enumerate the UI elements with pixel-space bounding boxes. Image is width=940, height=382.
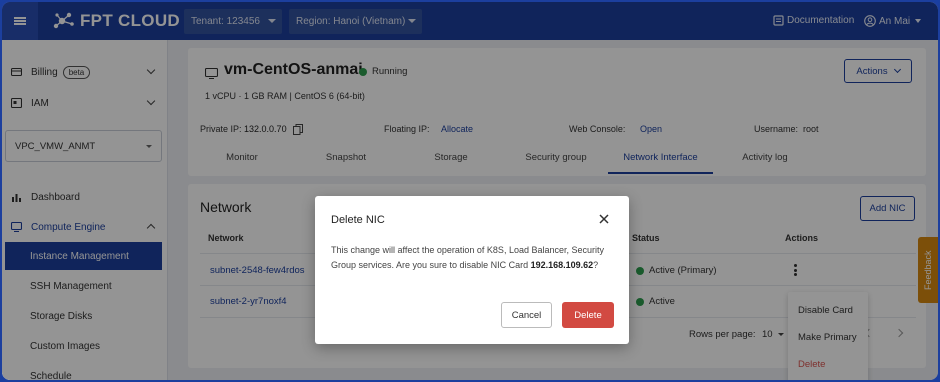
dialog-title: Delete NIC — [331, 214, 385, 226]
dialog-message-suffix: ? — [593, 259, 599, 270]
nic-ip-address: 192.168.109.62 — [530, 259, 594, 270]
delete-nic-dialog: Delete NIC This change will affect the o… — [315, 196, 629, 344]
delete-button[interactable]: Delete — [562, 302, 614, 328]
close-icon[interactable] — [597, 212, 611, 226]
cancel-button[interactable]: Cancel — [501, 302, 552, 328]
dialog-message: This change will affect the operation of… — [331, 243, 611, 272]
app-frame: FPT CLOUD Tenant: 123456 Region: Hanoi (… — [0, 0, 940, 382]
